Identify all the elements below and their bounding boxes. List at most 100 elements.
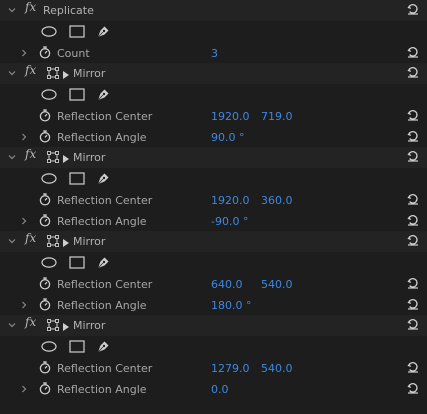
param-label: Reflection Center	[57, 278, 153, 291]
reset-icon[interactable]	[407, 130, 419, 142]
param-label: Reflection Angle	[57, 131, 147, 144]
fx-toggle-icon[interactable]: fx	[25, 63, 36, 77]
param-value[interactable]: 719.0	[261, 110, 293, 123]
fx-toggle-icon[interactable]: fx	[25, 147, 36, 161]
param-value[interactable]: 360.0	[261, 194, 293, 207]
stopwatch-icon[interactable]	[39, 130, 51, 146]
param-value[interactable]: 1920.0	[211, 194, 250, 207]
ellipse-mask-icon[interactable]	[41, 257, 57, 271]
param-row: Reflection Angle 180.0 °	[0, 294, 427, 315]
rectangle-mask-icon[interactable]	[69, 256, 85, 272]
param-value[interactable]: 0.0	[211, 383, 229, 396]
chevron-down-icon[interactable]	[8, 321, 16, 329]
expand-arrow-icon	[63, 69, 69, 82]
rectangle-mask-icon[interactable]	[69, 88, 85, 104]
fx-toggle-icon[interactable]: fx	[25, 0, 36, 14]
expand-arrow-icon	[63, 321, 69, 334]
param-row: Reflection Center 1920.0 360.0	[0, 189, 427, 210]
param-label: Count	[57, 47, 90, 60]
param-label: Reflection Center	[57, 362, 153, 375]
ellipse-mask-icon[interactable]	[41, 173, 57, 187]
reset-icon[interactable]	[407, 214, 419, 226]
effect-header-mirror[interactable]: fx Mirror	[0, 231, 427, 252]
stopwatch-icon[interactable]	[39, 382, 51, 398]
ellipse-mask-icon[interactable]	[41, 341, 57, 355]
fx-toggle-icon[interactable]: fx	[25, 231, 36, 245]
ellipse-mask-icon[interactable]	[41, 26, 57, 40]
transform-icon[interactable]	[47, 319, 61, 334]
reset-icon[interactable]	[407, 277, 419, 289]
reset-icon[interactable]	[407, 3, 419, 15]
chevron-down-icon[interactable]	[8, 69, 16, 77]
reset-icon[interactable]	[407, 46, 419, 58]
reset-icon[interactable]	[407, 234, 419, 246]
param-value[interactable]: 1279.0	[211, 362, 250, 375]
param-label: Reflection Angle	[57, 383, 147, 396]
effect-name: Mirror	[73, 235, 106, 248]
effect-header-mirror[interactable]: fx Mirror	[0, 315, 427, 336]
param-row: Reflection Angle 0.0	[0, 378, 427, 399]
transform-icon[interactable]	[47, 235, 61, 250]
pen-mask-icon[interactable]	[96, 255, 111, 273]
chevron-right-icon[interactable]	[20, 301, 28, 309]
pen-mask-icon[interactable]	[96, 339, 111, 357]
rectangle-mask-icon[interactable]	[69, 25, 85, 41]
mask-tools-row	[0, 168, 427, 189]
effect-name: Mirror	[73, 319, 106, 332]
pen-mask-icon[interactable]	[96, 24, 111, 42]
stopwatch-icon[interactable]	[39, 193, 51, 209]
effect-name: Replicate	[43, 4, 94, 17]
reset-icon[interactable]	[407, 66, 419, 78]
chevron-down-icon[interactable]	[8, 237, 16, 245]
effect-header-replicate[interactable]: fx Replicate	[0, 0, 427, 21]
mask-tools-row	[0, 252, 427, 273]
pen-mask-icon[interactable]	[96, 171, 111, 189]
effect-header-mirror[interactable]: fx Mirror	[0, 63, 427, 84]
param-value[interactable]: 1920.0	[211, 110, 250, 123]
stopwatch-icon[interactable]	[39, 214, 51, 230]
effect-name: Mirror	[73, 67, 106, 80]
stopwatch-icon[interactable]	[39, 109, 51, 125]
param-label: Reflection Angle	[57, 215, 147, 228]
rectangle-mask-icon[interactable]	[69, 340, 85, 356]
reset-icon[interactable]	[407, 298, 419, 310]
reset-icon[interactable]	[407, 361, 419, 373]
reset-icon[interactable]	[407, 318, 419, 330]
chevron-down-icon[interactable]	[8, 6, 16, 14]
stopwatch-icon[interactable]	[39, 361, 51, 377]
expand-arrow-icon	[63, 153, 69, 166]
param-value[interactable]: 3	[211, 47, 218, 60]
rectangle-mask-icon[interactable]	[69, 172, 85, 188]
param-value[interactable]: 640.0	[211, 278, 243, 291]
param-row: Reflection Angle -90.0 °	[0, 210, 427, 231]
param-label: Reflection Center	[57, 110, 153, 123]
stopwatch-icon[interactable]	[39, 277, 51, 293]
chevron-right-icon[interactable]	[20, 217, 28, 225]
param-value[interactable]: 90.0 °	[211, 131, 245, 144]
fx-toggle-icon[interactable]: fx	[25, 315, 36, 329]
mask-tools-row	[0, 84, 427, 105]
param-value[interactable]: -90.0 °	[211, 215, 248, 228]
effect-header-mirror[interactable]: fx Mirror	[0, 147, 427, 168]
param-row: Reflection Center 1279.0 540.0	[0, 357, 427, 378]
param-value[interactable]: 540.0	[261, 362, 293, 375]
expand-arrow-icon	[63, 237, 69, 250]
reset-icon[interactable]	[407, 382, 419, 394]
transform-icon[interactable]	[47, 67, 61, 82]
chevron-right-icon[interactable]	[20, 385, 28, 393]
stopwatch-icon[interactable]	[39, 46, 51, 62]
reset-icon[interactable]	[407, 150, 419, 162]
param-value[interactable]: 540.0	[261, 278, 293, 291]
chevron-down-icon[interactable]	[8, 153, 16, 161]
chevron-right-icon[interactable]	[20, 49, 28, 57]
ellipse-mask-icon[interactable]	[41, 89, 57, 103]
chevron-right-icon[interactable]	[20, 133, 28, 141]
reset-icon[interactable]	[407, 109, 419, 121]
stopwatch-icon[interactable]	[39, 298, 51, 314]
reset-icon[interactable]	[407, 193, 419, 205]
pen-mask-icon[interactable]	[96, 87, 111, 105]
param-value[interactable]: 180.0 °	[211, 299, 252, 312]
transform-icon[interactable]	[47, 151, 61, 166]
param-row: Reflection Center 640.0 540.0	[0, 273, 427, 294]
param-label: Reflection Angle	[57, 299, 147, 312]
